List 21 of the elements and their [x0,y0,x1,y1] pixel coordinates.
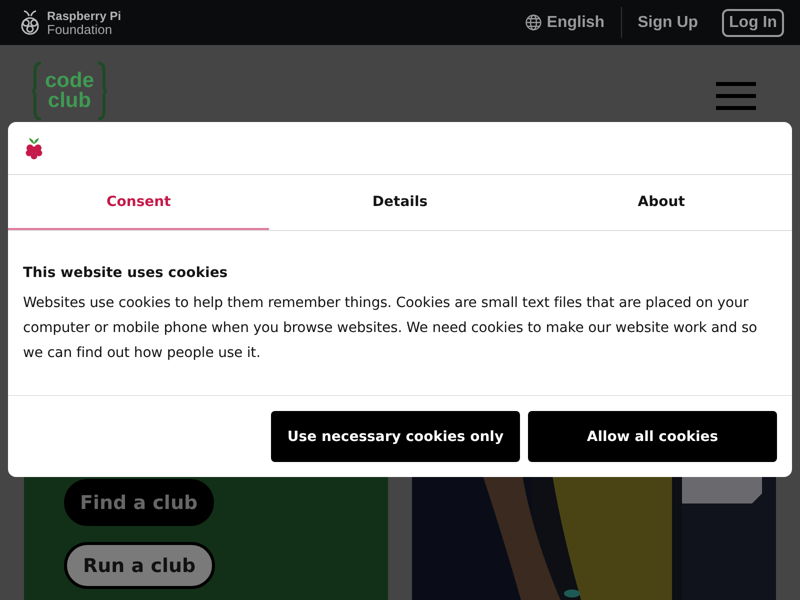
necessary-cookies-button[interactable]: Use necessary cookies only [271,411,520,462]
dialog-text: Websites use cookies to help them remember things. Cookies are small text files that are placed on your computer or mobile phone when you browse websites. We need cookies to make our website work and so we can find out how people use it. [23,294,758,363]
raspberry-icon [24,136,44,160]
logo-text: code [45,71,94,91]
brace-icon [31,61,43,121]
logo-text: club [48,91,92,111]
allow-cookies-button[interactable]: Allow all cookies [528,411,777,462]
raspberry-logo-icon[interactable] [18,8,42,38]
language-button[interactable]: English [524,14,621,32]
dialog-tab[interactable]: Details [269,175,531,230]
brace-icon [96,61,108,121]
dialog-tab[interactable]: Consent [8,175,270,230]
signup-link[interactable]: Sign Up [638,14,722,32]
run-club-button[interactable]: Run a club [64,542,215,589]
login-button[interactable]: Log In [722,8,784,36]
brand-name: Foundation [47,22,114,36]
find-club-button[interactable]: Find a club [64,479,214,526]
brand-name: Raspberry Pi [47,8,122,22]
dialog-title: This website uses cookies [23,265,229,281]
dialog-tab[interactable]: About [530,175,792,230]
globe-icon [524,14,542,31]
